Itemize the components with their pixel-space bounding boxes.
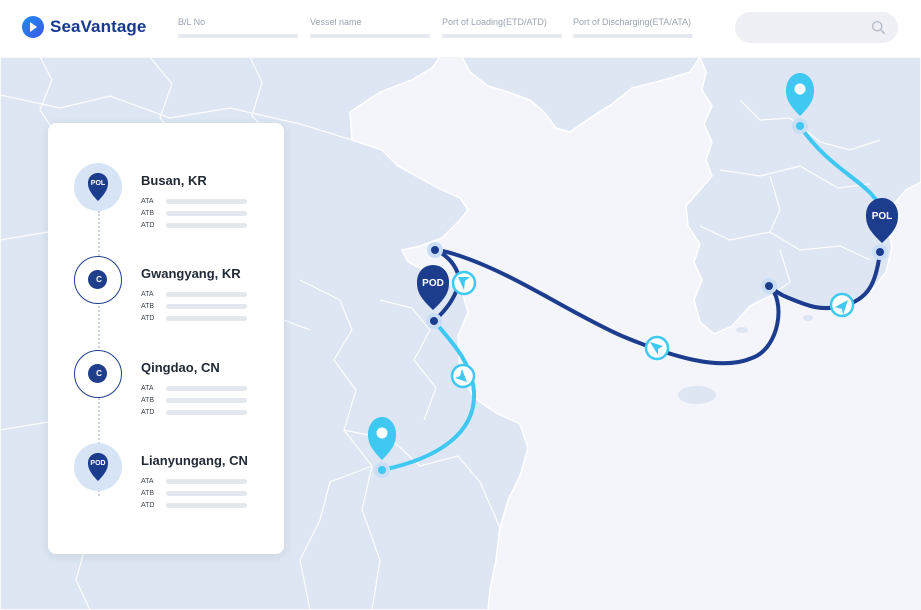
route-node-inland-korea[interactable] bbox=[792, 118, 808, 134]
pin-icon bbox=[88, 173, 108, 201]
stop-name: Qingdao, CN bbox=[141, 360, 220, 375]
transit-badge: C bbox=[74, 256, 122, 304]
pod-badge-label: POD bbox=[90, 460, 106, 467]
top-bar: SeaVantage B/L No Vessel name Port of Lo… bbox=[0, 0, 921, 57]
vessel-direction-icon[interactable] bbox=[451, 270, 477, 296]
vessel-direction-icon[interactable] bbox=[644, 335, 670, 361]
route-node-gwangyang[interactable] bbox=[761, 278, 777, 294]
route-node-busan[interactable] bbox=[872, 244, 888, 260]
pod-pin-label: POD bbox=[422, 278, 444, 289]
stop-name: Busan, KR bbox=[141, 173, 207, 188]
stop-name: Lianyungang, CN bbox=[141, 453, 248, 468]
atb-value bbox=[166, 211, 247, 216]
search-input[interactable] bbox=[735, 12, 898, 43]
logo[interactable]: SeaVantage bbox=[22, 16, 146, 38]
port-of-loading-input[interactable] bbox=[442, 34, 562, 38]
route-stops-panel: POL Busan, KR ATA ATB ATD C Gwangyang, K… bbox=[48, 123, 284, 554]
bl-no-input[interactable] bbox=[178, 34, 298, 38]
atb-label: ATB bbox=[141, 303, 155, 310]
ata-label: ATA bbox=[141, 385, 154, 392]
stop-name: Gwangyang, KR bbox=[141, 266, 241, 281]
atd-label: ATD bbox=[141, 315, 155, 322]
vessel-name-label: Vessel name bbox=[310, 17, 362, 27]
stop-busan[interactable]: POL Busan, KR ATA ATB ATD bbox=[74, 163, 274, 243]
atd-value bbox=[166, 503, 247, 508]
pin-icon bbox=[88, 453, 108, 481]
atb-label: ATB bbox=[141, 490, 155, 497]
stop-qingdao[interactable]: C Qingdao, CN ATA ATB ATD bbox=[74, 350, 274, 430]
atd-label: ATD bbox=[141, 222, 155, 229]
transit-badge-label: C bbox=[96, 275, 102, 284]
atb-label: ATB bbox=[141, 210, 155, 217]
bl-no-field[interactable]: B/L No bbox=[178, 17, 298, 38]
vessel-direction-icon[interactable] bbox=[450, 363, 476, 389]
pol-pin-label: POL bbox=[872, 211, 893, 222]
route-node-inland-china[interactable] bbox=[374, 462, 390, 478]
atd-label: ATD bbox=[141, 502, 155, 509]
ata-value bbox=[166, 386, 247, 391]
search-icon[interactable] bbox=[871, 20, 886, 35]
land-jeju bbox=[678, 386, 716, 404]
atb-label: ATB bbox=[141, 397, 155, 404]
ata-value bbox=[166, 292, 247, 297]
pol-badge: POL bbox=[74, 163, 122, 211]
port-of-discharging-field[interactable]: Port of Discharging(ETA/ATA) bbox=[573, 17, 693, 38]
port-of-loading-field[interactable]: Port of Loading(ETD/ATD) bbox=[442, 17, 562, 38]
land-island bbox=[803, 315, 813, 321]
stop-lianyungang[interactable]: POD Lianyungang, CN ATA ATB ATD bbox=[74, 443, 274, 523]
pol-badge-label: POL bbox=[90, 180, 106, 187]
ata-label: ATA bbox=[141, 291, 154, 298]
atb-value bbox=[166, 491, 247, 496]
bl-no-label: B/L No bbox=[178, 17, 206, 27]
atd-value bbox=[166, 316, 247, 321]
route-node-qingdao[interactable] bbox=[427, 242, 443, 258]
vessel-name-field[interactable]: Vessel name bbox=[310, 17, 430, 38]
port-of-loading-label: Port of Loading(ETD/ATD) bbox=[442, 17, 547, 27]
ata-value bbox=[166, 479, 247, 484]
atb-value bbox=[166, 304, 247, 309]
ata-value bbox=[166, 199, 247, 204]
transit-badge-label: C bbox=[96, 369, 102, 378]
pod-badge: POD bbox=[74, 443, 122, 491]
port-of-discharging-input[interactable] bbox=[573, 34, 693, 38]
atd-value bbox=[166, 410, 247, 415]
stop-gwangyang[interactable]: C Gwangyang, KR ATA ATB ATD bbox=[74, 256, 274, 336]
logo-text: SeaVantage bbox=[50, 17, 147, 36]
ata-label: ATA bbox=[141, 478, 154, 485]
transit-badge: C bbox=[74, 350, 122, 398]
land-island bbox=[736, 327, 748, 333]
vessel-name-input[interactable] bbox=[310, 34, 430, 38]
atb-value bbox=[166, 398, 247, 403]
route-node-lianyungang[interactable] bbox=[426, 313, 442, 329]
atd-label: ATD bbox=[141, 409, 155, 416]
ata-label: ATA bbox=[141, 198, 154, 205]
atd-value bbox=[166, 223, 247, 228]
vessel-direction-icon[interactable] bbox=[829, 292, 855, 318]
port-of-discharging-label: Port of Discharging(ETA/ATA) bbox=[573, 17, 692, 27]
logo-icon bbox=[22, 16, 44, 38]
